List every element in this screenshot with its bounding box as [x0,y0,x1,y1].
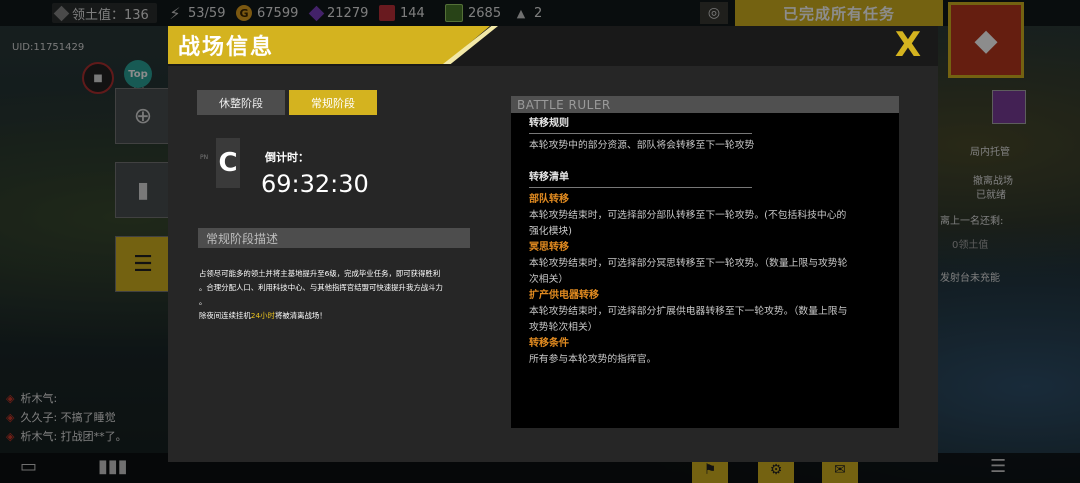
rule-section-title: 转移规则 [529,118,569,129]
desc-warning-pre: 除夜间连续挂机 [199,311,251,320]
transfer-item-text: 本轮攻势结束时，可选择部分部队转移至下一轮攻势。(不包括科技中心的 [529,210,847,221]
desc-line: 。 [199,297,207,306]
battlefield-info-dialog: 战场信息 X 休整阶段 常规阶段 PN C 倒计时： 69:32:30 常规阶段… [168,25,938,462]
battle-ruler-panel: BATTLE RULER 转移规则 本轮攻势中的部分资源、部队将会转移至下一轮攻… [511,96,899,428]
desc-line: 。合理分配人口、利用科技中心、与其他指挥官结盟可快速提升我方战斗力 [199,283,443,292]
dialog-title: 战场信息 [178,35,275,60]
phase-description-title: 常规阶段描述 [206,231,279,246]
phase-logo-icon: C [216,138,240,188]
desc-warning-highlight: 24小时 [250,311,275,320]
battle-ruler-header: BATTLE RULER [511,96,899,113]
tab-normal-phase[interactable]: 常规阶段 [289,90,377,115]
desc-line: 占领尽可能多的领土并将主基地提升至6级，完成毕业任务，即可获得胜利 [199,269,441,278]
desc-warning-post: 将被清离战场！ [274,311,327,320]
phase-description-header: 常规阶段描述 [198,228,470,248]
transfer-item-text: 攻势轮次相关） [529,322,598,333]
rule-text: 本轮攻势中的部分资源、部队将会转移至下一轮攻势 [529,140,755,151]
section-divider [529,187,752,188]
section-divider [529,133,752,134]
countdown-label: 倒计时： [265,151,309,164]
dialog-header: 战场信息 X [168,25,938,66]
transfer-item-title: 部队转移 [529,194,569,205]
desc-warning-line: 除夜间连续挂机24小时将被清离战场！ [199,309,471,323]
transfer-item-text: 本轮攻势结束时，可选择部分冥思转移至下一轮攻势。（数量上限与攻势轮 [529,258,848,269]
transfer-item-title: 冥思转移 [529,242,569,253]
transfer-item-text: 强化模块) [529,226,573,237]
battle-ruler-body: 转移规则 本轮攻势中的部分资源、部队将会转移至下一轮攻势 转移清单 部队转移 本… [529,116,889,368]
transfer-condition-text: 所有参与本轮攻势的指挥官。 [529,354,657,365]
close-button[interactable]: X [890,25,926,65]
phase-description-text: 占领尽可能多的领土并将主基地提升至6级，完成毕业任务，即可获得胜利 。合理分配人… [199,267,471,323]
transfer-item-title: 扩产供电器转移 [529,290,599,301]
list-section-title: 转移清单 [529,172,569,183]
phase-logo-tag: PN [200,154,209,161]
transfer-item-text: 次相关） [529,274,569,285]
transfer-item-text: 本轮攻势结束时，可选择部分扩展供电器转移至下一轮攻势。（数量上限与 [529,306,848,317]
countdown-timer: 69:32:30 [261,170,369,198]
transfer-condition-title: 转移条件 [529,338,569,349]
tab-rest-phase[interactable]: 休整阶段 [197,90,285,115]
phase-logo-glyph: C [218,148,238,178]
